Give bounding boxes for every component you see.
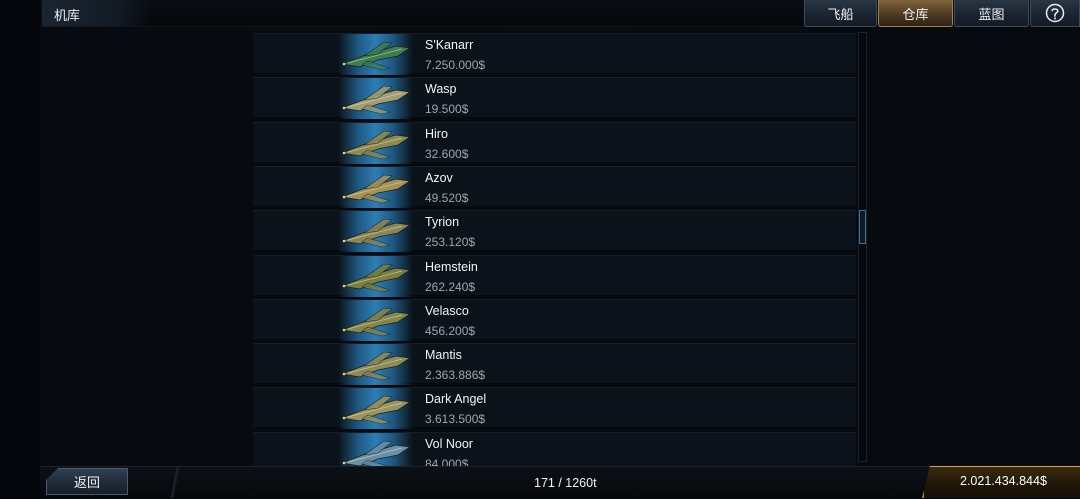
scrollbar[interactable]: [858, 32, 867, 462]
ship-thumbnail: [338, 211, 413, 253]
ship-row[interactable]: Hiro 32.600$: [253, 121, 856, 164]
ship-price: 19.500$: [425, 102, 469, 117]
ship-name: Hiro: [425, 126, 448, 141]
ship-name: Hemstein: [425, 259, 478, 274]
ship-price: 84.000$: [425, 456, 469, 466]
back-button[interactable]: 返回: [46, 468, 128, 495]
ship-icon: [340, 351, 412, 381]
tab-ships[interactable]: 飞船: [804, 0, 877, 27]
ship-thumbnail: [338, 34, 413, 75]
ship-price: 2.363.886$: [425, 368, 486, 383]
ship-name: Mantis: [425, 348, 462, 363]
ship-price: 32.600$: [425, 146, 469, 161]
page-title: 机库: [54, 8, 81, 23]
ship-icon: [340, 130, 412, 159]
bottom-divider: [155, 466, 195, 498]
ship-icon: [340, 218, 412, 248]
cargo-capacity: 171 / 1260t: [534, 476, 597, 490]
hangar-screen: 机库 飞船 仓库 蓝图 S'Kanarr 7.250.000$ Wasp 19.500…: [0, 0, 1080, 499]
ship-icon: [340, 396, 412, 425]
ship-icon: [340, 85, 412, 115]
ship-thumbnail: [338, 255, 413, 297]
ship-row[interactable]: Mantis 2.363.886$: [253, 343, 856, 386]
ship-name: S'Kanarr: [425, 38, 474, 52]
ship-price: 456.200$: [425, 323, 476, 338]
ship-icon: [340, 41, 412, 71]
ship-price: 262.240$: [425, 279, 476, 294]
ship-price: 253.120$: [425, 235, 476, 250]
ship-thumbnail: [338, 344, 413, 386]
ship-name: Velasco: [425, 303, 469, 318]
ship-row[interactable]: S'Kanarr 7.250.000$: [253, 33, 856, 75]
ship-name: Wasp: [425, 82, 457, 97]
ship-row[interactable]: Dark Angel 3.613.500$: [253, 387, 856, 430]
credits-balance: 2.021.434.844$: [960, 474, 1047, 488]
question-mark-icon: [1045, 3, 1065, 23]
ship-row[interactable]: Hemstein 262.240$: [253, 254, 856, 297]
ship-row[interactable]: Tyrion 253.120$: [253, 210, 856, 253]
ship-row[interactable]: Velasco 456.200$: [253, 298, 856, 341]
ship-thumbnail: [338, 166, 413, 208]
ship-row[interactable]: Vol Noor 84.000$: [253, 431, 856, 466]
scrollbar-thumb[interactable]: [859, 210, 866, 244]
tab-blueprints[interactable]: 蓝图: [954, 0, 1029, 27]
ship-list[interactable]: S'Kanarr 7.250.000$ Wasp 19.500$ Hiro 32.600$…: [253, 30, 856, 466]
ship-row[interactable]: Wasp 19.500$: [253, 77, 856, 120]
ship-thumbnail: [338, 432, 413, 466]
ship-name: Azov: [425, 170, 453, 185]
ship-thumbnail: [338, 78, 413, 120]
help-button[interactable]: [1030, 0, 1080, 27]
ship-name: Dark Angel: [425, 392, 487, 407]
tab-warehouse[interactable]: 仓库: [878, 0, 953, 27]
ship-name: Tyrion: [425, 215, 460, 230]
ship-price: 7.250.000$: [425, 58, 486, 72]
ship-name: Vol Noor: [425, 436, 473, 451]
ship-icon: [340, 440, 412, 466]
ship-thumbnail: [338, 299, 413, 341]
ship-icon: [340, 263, 412, 292]
ship-icon: [340, 307, 412, 337]
ship-thumbnail: [338, 122, 413, 164]
ship-price: 49.520$: [425, 190, 469, 205]
ship-row[interactable]: Azov 49.520$: [253, 165, 856, 208]
ship-icon: [340, 174, 412, 204]
ship-thumbnail: [338, 388, 413, 430]
ship-price: 3.613.500$: [425, 412, 486, 427]
